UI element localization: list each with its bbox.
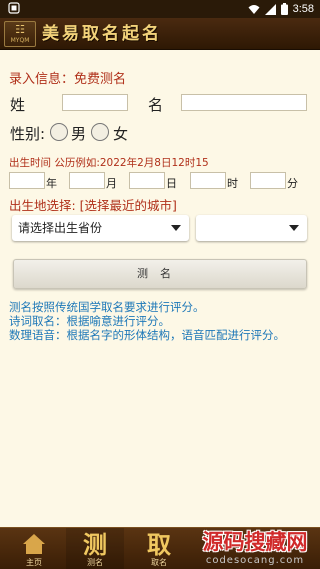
- app-notification-icon: [8, 2, 20, 14]
- day-input[interactable]: [129, 172, 165, 189]
- nav-home-label: 主页: [26, 558, 42, 567]
- battery-icon: [280, 3, 288, 15]
- app-title: 美易取名起名: [42, 24, 162, 44]
- logo-mark-icon: ☷: [15, 23, 25, 36]
- logo-text: MYQM: [10, 37, 30, 44]
- info-mode: 免费测名: [74, 72, 127, 87]
- given-name-label: 名: [148, 96, 164, 114]
- surname-label: 姓: [10, 96, 26, 114]
- description-line: 诗词取名：根据喻意进行评分。: [9, 314, 170, 328]
- test-name-button-label: 测名: [137, 267, 183, 280]
- nav-naming[interactable]: 取 取名: [130, 528, 188, 569]
- gender-male-radio[interactable]: [50, 123, 68, 141]
- hour-unit: 时: [227, 177, 238, 190]
- gender-female-label: 女: [113, 125, 129, 143]
- gender-label: 性别:: [10, 125, 46, 143]
- minute-input[interactable]: [250, 172, 286, 189]
- chevron-down-icon: [171, 225, 181, 231]
- app-logo: ☷ MYQM: [4, 21, 36, 47]
- description-line: 测名按照传统国学取名要求进行评分。: [9, 300, 205, 314]
- month-input[interactable]: [69, 172, 105, 189]
- nav-naming-glyph: 取: [147, 530, 171, 559]
- nav-test-name-label: 测名: [87, 558, 103, 567]
- nav-test-name-glyph: 测: [83, 530, 107, 559]
- day-unit: 日: [166, 177, 177, 190]
- watermark-cn: 源码搜藏网: [202, 530, 308, 554]
- gender-female-radio[interactable]: [91, 123, 109, 141]
- chevron-down-icon: [289, 225, 299, 231]
- nav-naming-label: 取名: [151, 558, 167, 567]
- year-input[interactable]: [9, 172, 45, 189]
- nav-home[interactable]: 主页: [10, 528, 58, 569]
- city-select[interactable]: [196, 215, 307, 241]
- hour-input[interactable]: [190, 172, 226, 189]
- minute-unit: 分: [287, 177, 298, 190]
- birth-time-hint: 出生时间 公历例如:2022年2月8日12时15: [9, 157, 209, 169]
- info-label-text: 录入信息：: [9, 72, 75, 87]
- clock: 3:58: [292, 3, 314, 15]
- watermark-en: codesocang.com: [205, 555, 305, 566]
- app-header: ☷ MYQM 美易取名起名: [0, 18, 320, 50]
- status-bar: 3:58: [0, 0, 320, 18]
- info-label: 录入信息：免费测名: [9, 68, 126, 87]
- birthplace-label: 出生地选择: [选择最近的城市]: [9, 198, 177, 213]
- year-unit: 年: [46, 177, 57, 190]
- surname-input[interactable]: [62, 94, 128, 111]
- wifi-icon: [248, 4, 260, 14]
- province-select-value: 请选择出生省份: [18, 221, 103, 235]
- gender-male-label: 男: [71, 125, 87, 143]
- province-select[interactable]: 请选择出生省份: [12, 215, 189, 241]
- watermark: 源码搜藏网 codesocang.com: [190, 530, 320, 569]
- given-name-input[interactable]: [181, 94, 307, 111]
- test-name-button[interactable]: 测名: [13, 259, 307, 289]
- description-line: 数理语音：根据名字的形体结构，语音匹配进行评分。: [9, 328, 285, 342]
- nav-test-name[interactable]: 测 测名: [66, 528, 124, 569]
- signal-icon: [264, 3, 276, 15]
- month-unit: 月: [106, 177, 117, 190]
- home-icon: [23, 534, 45, 554]
